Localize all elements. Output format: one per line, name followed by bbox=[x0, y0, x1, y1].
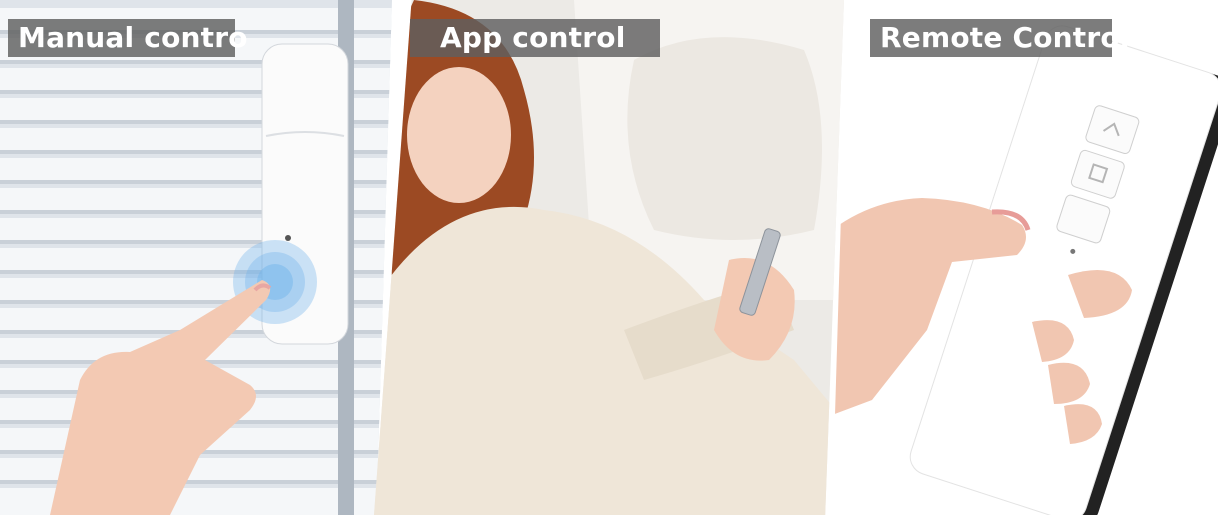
remote-control-label: Remote Control bbox=[870, 19, 1129, 57]
face bbox=[407, 67, 511, 203]
remote-control-photo bbox=[832, 0, 1218, 515]
app-control-illustration bbox=[374, 0, 844, 515]
manual-control-label: Manual contro bbox=[8, 19, 247, 57]
app-control-label: App control bbox=[410, 19, 660, 57]
manual-control-illustration bbox=[0, 0, 392, 515]
remote-control-illustration bbox=[832, 0, 1218, 515]
app-control-photo bbox=[374, 0, 844, 515]
manual-control-photo bbox=[0, 0, 392, 515]
